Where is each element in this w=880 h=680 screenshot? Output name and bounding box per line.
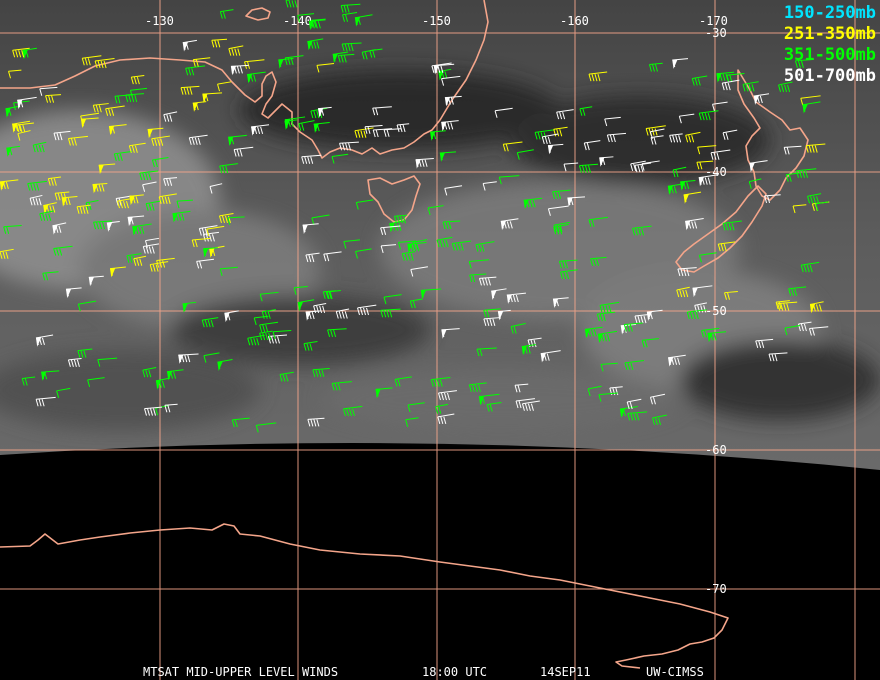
- footer-caption: MTSAT MID-UPPER LEVEL WINDS 18:00 UTC 14…: [0, 595, 880, 679]
- legend-item-351-500: 351-500mb: [783, 45, 876, 65]
- footer-time: 18:00 UTC: [422, 665, 488, 679]
- lon-label: -160: [560, 14, 589, 28]
- lat-label: -60: [705, 443, 727, 457]
- lat-label: -30: [705, 26, 727, 40]
- footer-date: 14SEP11: [540, 665, 591, 679]
- lat-label: -70: [705, 582, 727, 596]
- lat-label: -50: [705, 304, 727, 318]
- map-stage: -130 -140 -150 -160 -170 -30 -40 -50 -60…: [0, 0, 880, 680]
- pressure-legend: 150-250mb 251-350mb 351-500mb 501-700mb: [784, 3, 876, 87]
- satellite-map: -130 -140 -150 -160 -170 -30 -40 -50 -60…: [0, 0, 880, 680]
- legend-item-150-250: 150-250mb: [783, 3, 876, 23]
- footer-source: UW-CIMSS: [646, 665, 704, 679]
- lon-label: -130: [145, 14, 174, 28]
- legend-item-501-700: 501-700mb: [783, 66, 876, 86]
- legend-item-251-350: 251-350mb: [783, 24, 876, 44]
- lon-label: -150: [422, 14, 451, 28]
- lat-label: -40: [705, 165, 727, 179]
- footer-title: MTSAT MID-UPPER LEVEL WINDS: [143, 665, 339, 679]
